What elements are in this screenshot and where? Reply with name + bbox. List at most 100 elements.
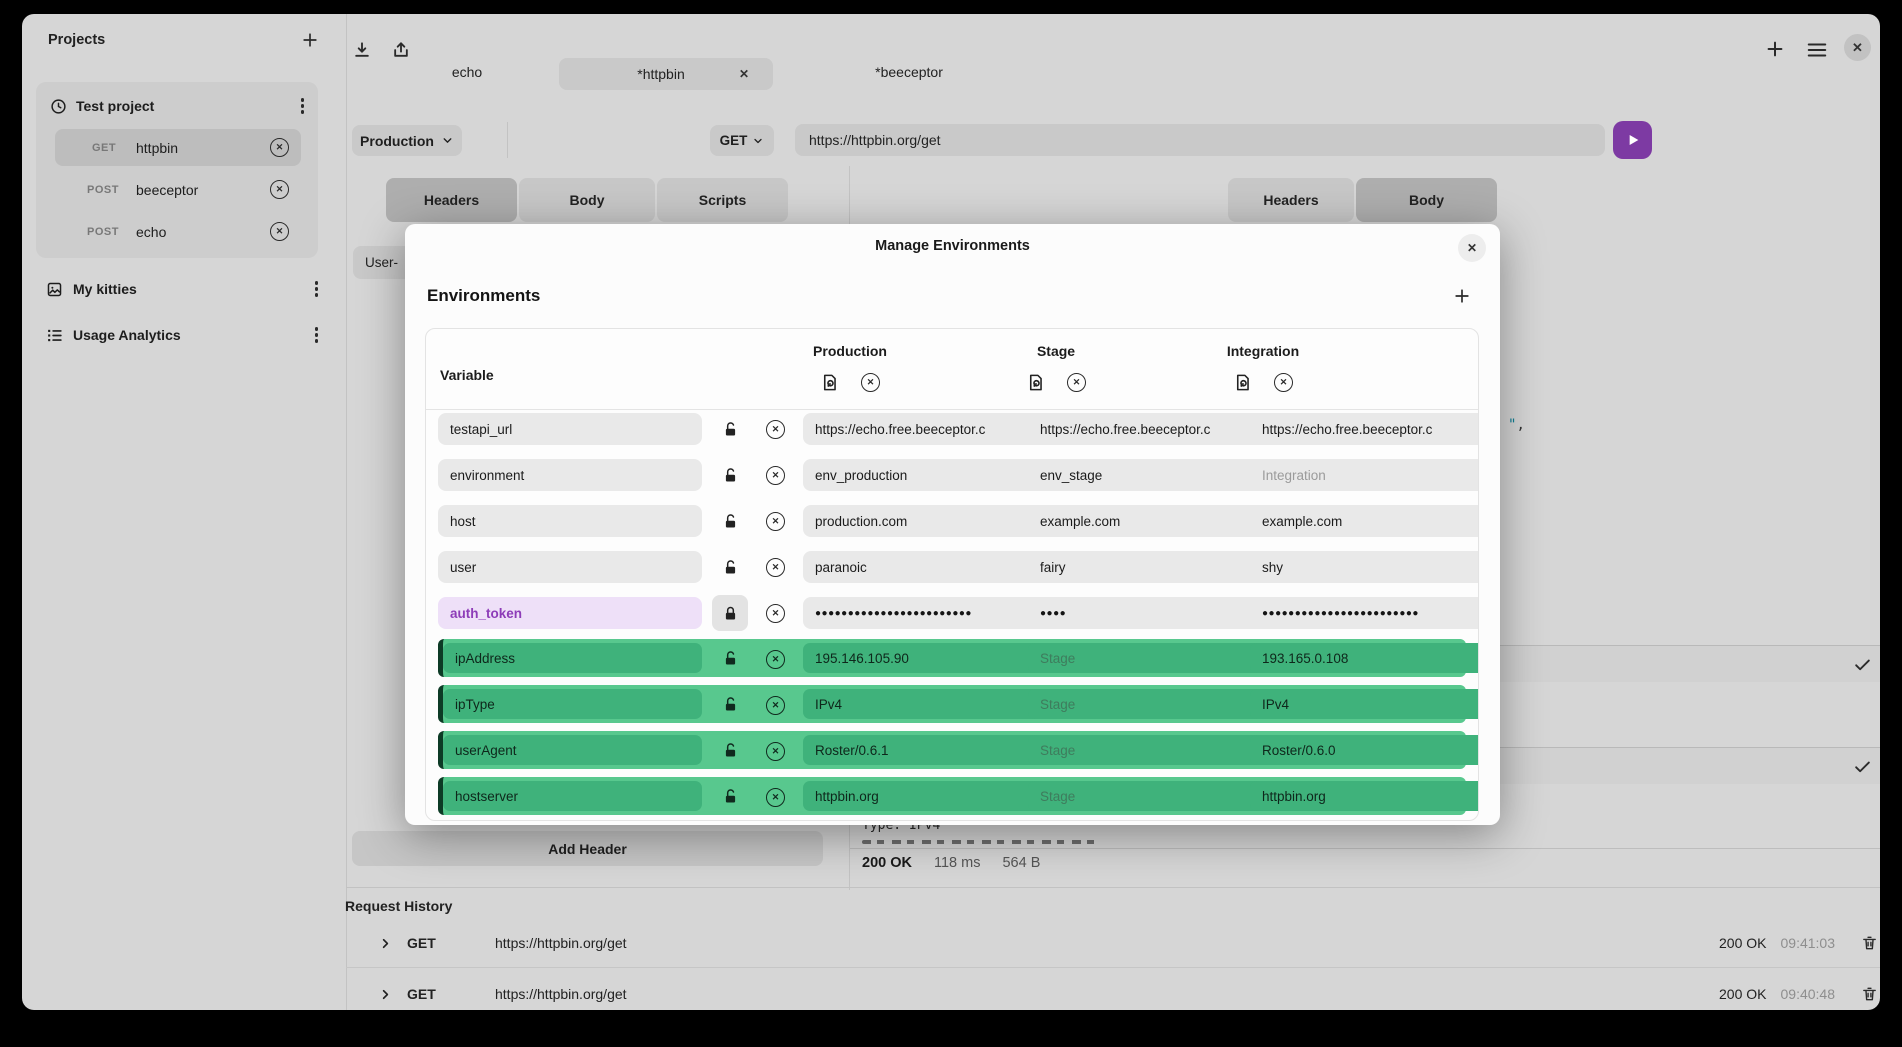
project-group-header[interactable]: Test project: [50, 94, 304, 118]
new-tab-button[interactable]: [1764, 38, 1786, 60]
value-input-production[interactable]: paranoic: [803, 551, 1044, 583]
app-menu-button[interactable]: [1806, 41, 1828, 59]
delete-variable-icon[interactable]: [766, 604, 785, 623]
kebab-menu-icon[interactable]: [315, 281, 319, 297]
lock-toggle[interactable]: [712, 686, 748, 722]
lock-toggle[interactable]: [712, 457, 748, 493]
duplicate-environment-icon[interactable]: [820, 373, 839, 392]
delete-variable-icon[interactable]: [766, 420, 785, 439]
close-tab-icon[interactable]: ✕: [739, 67, 773, 81]
value-input-production[interactable]: env_production: [803, 459, 1044, 491]
add-header-button[interactable]: Add Header: [352, 831, 823, 866]
value-input-stage[interactable]: example.com: [1028, 505, 1265, 537]
tab-request-scripts[interactable]: Scripts: [657, 178, 788, 222]
value-input-stage[interactable]: Stage: [1028, 735, 1265, 765]
value-input-integration[interactable]: https://echo.free.beeceptor.c: [1250, 413, 1479, 445]
sidebar-item-beeceptor[interactable]: POST beeceptor: [55, 171, 301, 208]
variable-name-input[interactable]: testapi_url: [438, 413, 702, 445]
value-input-production[interactable]: IPv4: [803, 689, 1044, 719]
lock-toggle[interactable]: [712, 503, 748, 539]
add-environment-button[interactable]: [1452, 286, 1472, 306]
value-input-integration[interactable]: example.com: [1250, 505, 1479, 537]
value-input-integration[interactable]: Integration: [1250, 459, 1479, 491]
export-button[interactable]: [391, 40, 411, 60]
delete-variable-icon[interactable]: [766, 650, 785, 669]
chevron-right-icon[interactable]: [378, 987, 393, 1002]
chevron-right-icon[interactable]: [378, 936, 393, 951]
variable-name-input[interactable]: auth_token: [438, 597, 702, 629]
variable-name-input[interactable]: user: [438, 551, 702, 583]
value-input-stage[interactable]: Stage: [1028, 781, 1265, 811]
value-input-production[interactable]: https://echo.free.beeceptor.c: [803, 413, 1044, 445]
remove-request-icon[interactable]: [270, 138, 289, 157]
window-close-button[interactable]: ✕: [1844, 34, 1871, 61]
value-input-production[interactable]: ●●●●●●●●●●●●●●●●●●●●●●●●: [803, 597, 1044, 629]
value-input-stage[interactable]: fairy: [1028, 551, 1265, 583]
remove-request-icon[interactable]: [270, 180, 289, 199]
delete-environment-icon[interactable]: [1067, 373, 1086, 392]
sidebar-item-httpbin[interactable]: GET httpbin: [55, 129, 301, 166]
value-input-stage[interactable]: Stage: [1028, 689, 1265, 719]
value-input-production[interactable]: httpbin.org: [803, 781, 1044, 811]
lock-toggle-active[interactable]: [712, 595, 748, 631]
value-input-stage[interactable]: https://echo.free.beeceptor.c: [1028, 413, 1265, 445]
lock-toggle[interactable]: [712, 549, 748, 585]
delete-variable-icon[interactable]: [766, 512, 785, 531]
history-row[interactable]: GET https://httpbin.org/get 200 OK 09:41…: [368, 921, 1880, 965]
sidebar-item-usage-analytics[interactable]: Usage Analytics: [46, 320, 324, 350]
lock-toggle[interactable]: [712, 640, 748, 676]
delete-variable-icon[interactable]: [766, 466, 785, 485]
value-input-production[interactable]: production.com: [803, 505, 1044, 537]
variable-name-input[interactable]: userAgent: [443, 735, 702, 765]
variable-name-input[interactable]: ipAddress: [443, 643, 702, 673]
tab-httpbin[interactable]: *httpbin ✕: [559, 58, 773, 90]
send-request-button[interactable]: [1613, 121, 1652, 159]
url-input[interactable]: https://httpbin.org/get: [795, 124, 1605, 156]
value-input-integration[interactable]: httpbin.org: [1250, 781, 1479, 811]
trash-icon[interactable]: [1861, 985, 1878, 1003]
tab-response-headers[interactable]: Headers: [1228, 178, 1354, 222]
variable-name-input[interactable]: ipType: [443, 689, 702, 719]
variable-name-input[interactable]: host: [438, 505, 702, 537]
import-button[interactable]: [352, 40, 372, 60]
tab-request-body[interactable]: Body: [519, 178, 655, 222]
lock-toggle[interactable]: [712, 732, 748, 768]
delete-environment-icon[interactable]: [861, 373, 880, 392]
trash-icon[interactable]: [1861, 934, 1878, 952]
variable-name-input[interactable]: environment: [438, 459, 702, 491]
lock-toggle[interactable]: [712, 778, 748, 814]
sidebar-item-my-kitties[interactable]: My kitties: [46, 274, 324, 304]
modal-close-button[interactable]: ✕: [1458, 234, 1486, 262]
kebab-menu-icon[interactable]: [315, 327, 319, 343]
delete-environment-icon[interactable]: [1274, 373, 1293, 392]
environment-selector[interactable]: Production: [352, 125, 462, 156]
method-selector[interactable]: GET: [710, 125, 774, 156]
value-input-stage[interactable]: ●●●●: [1028, 597, 1265, 629]
value-input-integration[interactable]: 193.165.0.108: [1250, 643, 1479, 673]
duplicate-environment-icon[interactable]: [1026, 373, 1045, 392]
tab-request-headers[interactable]: Headers: [386, 178, 517, 222]
value-input-integration[interactable]: Roster/0.6.0: [1250, 735, 1479, 765]
value-input-integration[interactable]: IPv4: [1250, 689, 1479, 719]
add-project-button[interactable]: [300, 30, 320, 50]
lock-toggle[interactable]: [712, 411, 748, 447]
tab-echo[interactable]: echo: [407, 64, 527, 80]
value-input-integration[interactable]: shy: [1250, 551, 1479, 583]
history-row[interactable]: GET https://httpbin.org/get 200 OK 09:40…: [368, 972, 1880, 1010]
delete-variable-icon[interactable]: [766, 558, 785, 577]
delete-variable-icon[interactable]: [766, 788, 785, 807]
value-input-production[interactable]: 195.146.105.90: [803, 643, 1044, 673]
tab-beeceptor[interactable]: *beeceptor: [847, 64, 971, 80]
duplicate-environment-icon[interactable]: [1233, 373, 1252, 392]
sidebar-item-echo[interactable]: POST echo: [55, 213, 301, 250]
tab-response-body[interactable]: Body: [1356, 178, 1497, 222]
remove-request-icon[interactable]: [270, 222, 289, 241]
value-input-production[interactable]: Roster/0.6.1: [803, 735, 1044, 765]
kebab-menu-icon[interactable]: [301, 98, 305, 114]
value-input-stage[interactable]: env_stage: [1028, 459, 1265, 491]
response-row[interactable]: [1500, 646, 1880, 682]
variable-name-input[interactable]: hostserver: [443, 781, 702, 811]
value-input-stage[interactable]: Stage: [1028, 643, 1265, 673]
value-input-integration[interactable]: ●●●●●●●●●●●●●●●●●●●●●●●●: [1250, 597, 1479, 629]
response-row[interactable]: [1500, 748, 1880, 784]
